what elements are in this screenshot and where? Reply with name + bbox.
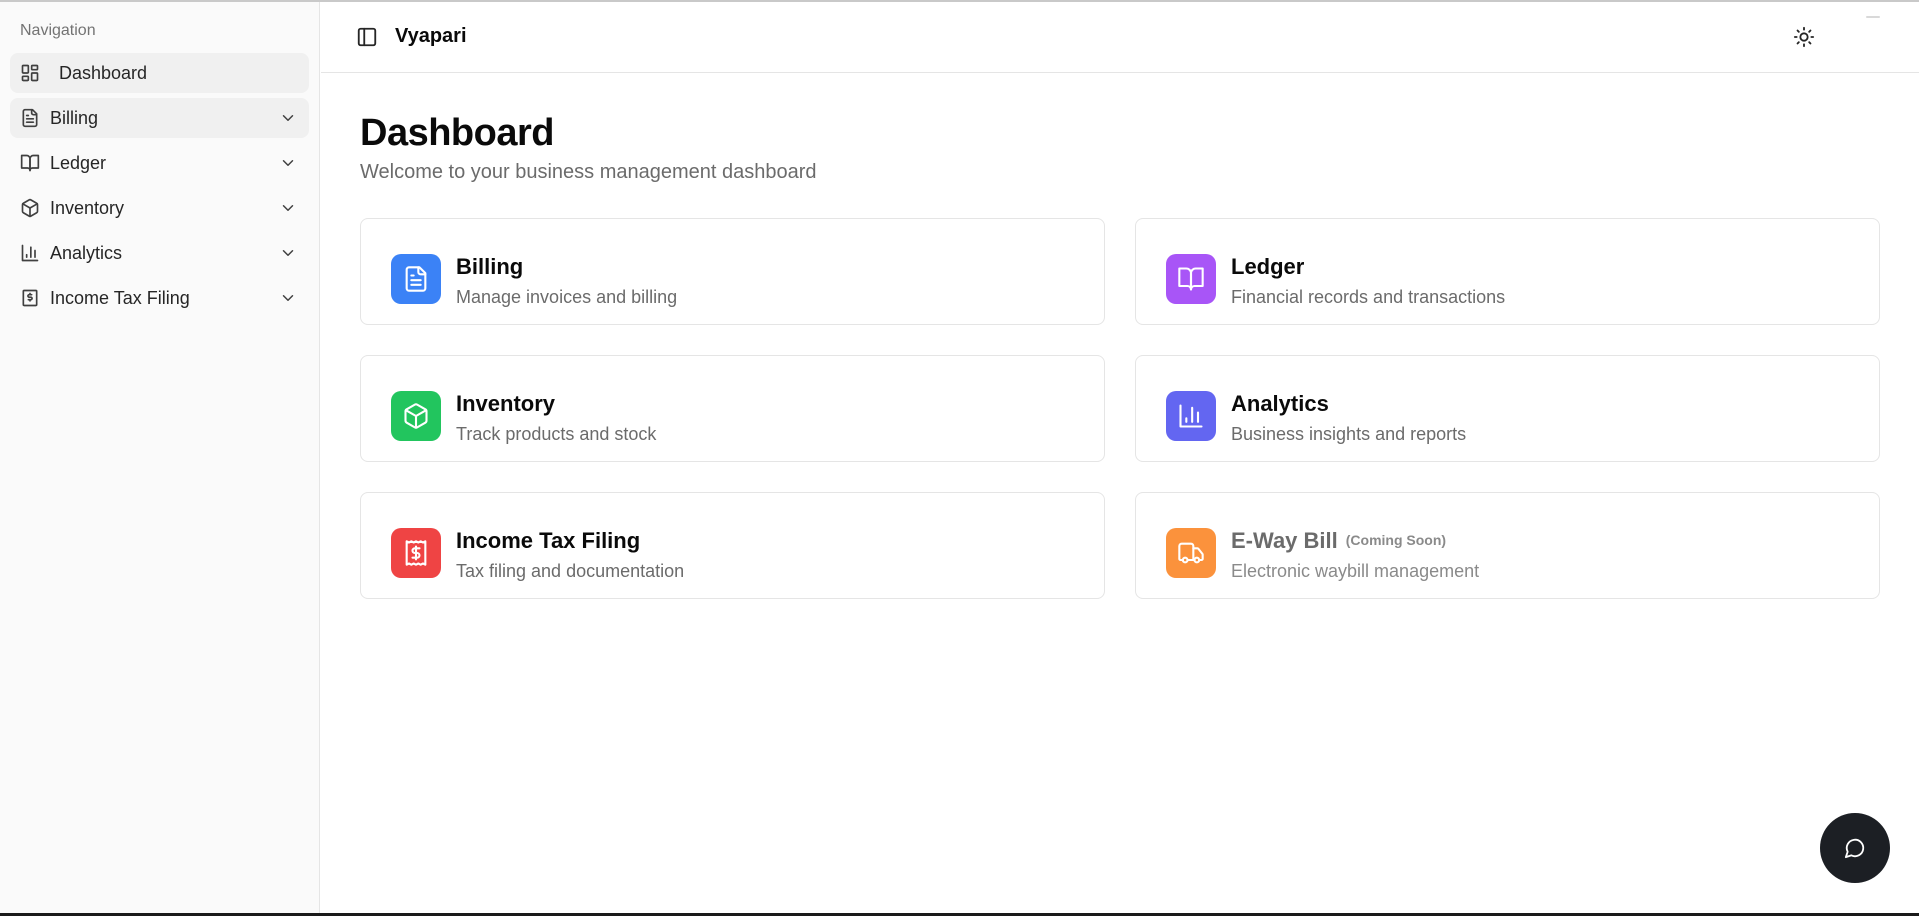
sidebar-item-analytics[interactable]: Analytics bbox=[10, 233, 309, 273]
card-description: Financial records and transactions bbox=[1231, 287, 1506, 307]
sidebar-item-label: Billing bbox=[50, 107, 99, 128]
chevron-down-icon[interactable] bbox=[279, 109, 297, 127]
sidebar-heading: Navigation bbox=[20, 22, 96, 39]
chevron-down-icon[interactable] bbox=[279, 199, 297, 217]
chat-button[interactable] bbox=[1820, 813, 1890, 883]
sidebar-item-dashboard[interactable]: Dashboard bbox=[10, 53, 309, 93]
card-description: Track products and stock bbox=[456, 424, 657, 444]
card-ledger[interactable]: Ledger Financial records and transaction… bbox=[1135, 218, 1880, 325]
sidebar-item-label: Inventory bbox=[50, 197, 125, 218]
file-text-icon bbox=[391, 254, 441, 304]
layout-dashboard-icon bbox=[20, 63, 40, 83]
app-title: Vyapari bbox=[395, 25, 467, 47]
card-income-tax-filing[interactable]: Income Tax Filing Tax filing and documen… bbox=[360, 492, 1105, 599]
sidebar-item-income-tax-filing[interactable]: Income Tax Filing bbox=[10, 278, 309, 318]
truck-icon bbox=[1166, 528, 1216, 578]
book-open-icon bbox=[20, 153, 40, 173]
sidebar-item-label: Analytics bbox=[50, 242, 123, 263]
top-header: Vyapari bbox=[321, 2, 1919, 73]
receipt-icon bbox=[20, 288, 40, 308]
sidebar-item-label: Ledger bbox=[50, 152, 107, 173]
bar-chart-icon bbox=[20, 243, 40, 263]
file-text-icon bbox=[20, 108, 40, 128]
header-mark bbox=[1866, 16, 1880, 18]
card-inventory[interactable]: Inventory Track products and stock bbox=[360, 355, 1105, 462]
chevron-down-icon[interactable] bbox=[279, 244, 297, 262]
bar-chart-icon bbox=[1166, 391, 1216, 441]
card-title: Inventory bbox=[456, 391, 556, 416]
chevron-down-icon[interactable] bbox=[279, 289, 297, 307]
package-icon bbox=[391, 391, 441, 441]
card-description: Electronic waybill management bbox=[1231, 561, 1480, 581]
message-circle-icon bbox=[1844, 837, 1866, 859]
card-description: Business insights and reports bbox=[1231, 424, 1467, 444]
sidebar-item-label: Dashboard bbox=[59, 62, 148, 83]
sidebar-item-inventory[interactable]: Inventory bbox=[10, 188, 309, 228]
receipt-icon bbox=[391, 528, 441, 578]
card-description: Tax filing and documentation bbox=[456, 561, 685, 581]
sidebar: Navigation Dashboard Billing Ledger Inve… bbox=[0, 2, 320, 913]
sun-icon[interactable] bbox=[1793, 26, 1815, 48]
card-title: Income Tax Filing bbox=[456, 528, 641, 553]
card-billing[interactable]: Billing Manage invoices and billing bbox=[360, 218, 1105, 325]
package-icon bbox=[20, 198, 40, 218]
sidebar-item-ledger[interactable]: Ledger bbox=[10, 143, 309, 183]
card-title: Analytics bbox=[1231, 391, 1329, 416]
card-title: E-Way Bill (Coming Soon) bbox=[1231, 528, 1446, 554]
coming-soon-badge: (Coming Soon) bbox=[1345, 532, 1447, 548]
card-title-text: E-Way Bill bbox=[1231, 528, 1338, 553]
card-analytics[interactable]: Analytics Business insights and reports bbox=[1135, 355, 1880, 462]
sidebar-item-label: Income Tax Filing bbox=[50, 287, 190, 308]
card-title: Ledger bbox=[1231, 254, 1305, 279]
page-subtitle: Welcome to your business management dash… bbox=[360, 161, 817, 183]
book-open-icon bbox=[1166, 254, 1216, 304]
chevron-down-icon[interactable] bbox=[279, 154, 297, 172]
sidebar-item-billing[interactable]: Billing bbox=[10, 98, 309, 138]
card-e-way-bill: E-Way Bill (Coming Soon) Electronic waybi… bbox=[1135, 492, 1880, 599]
page-title: Dashboard bbox=[360, 112, 554, 154]
card-title: Billing bbox=[456, 254, 524, 279]
panel-left-icon[interactable] bbox=[356, 26, 378, 48]
card-description: Manage invoices and billing bbox=[456, 287, 678, 307]
